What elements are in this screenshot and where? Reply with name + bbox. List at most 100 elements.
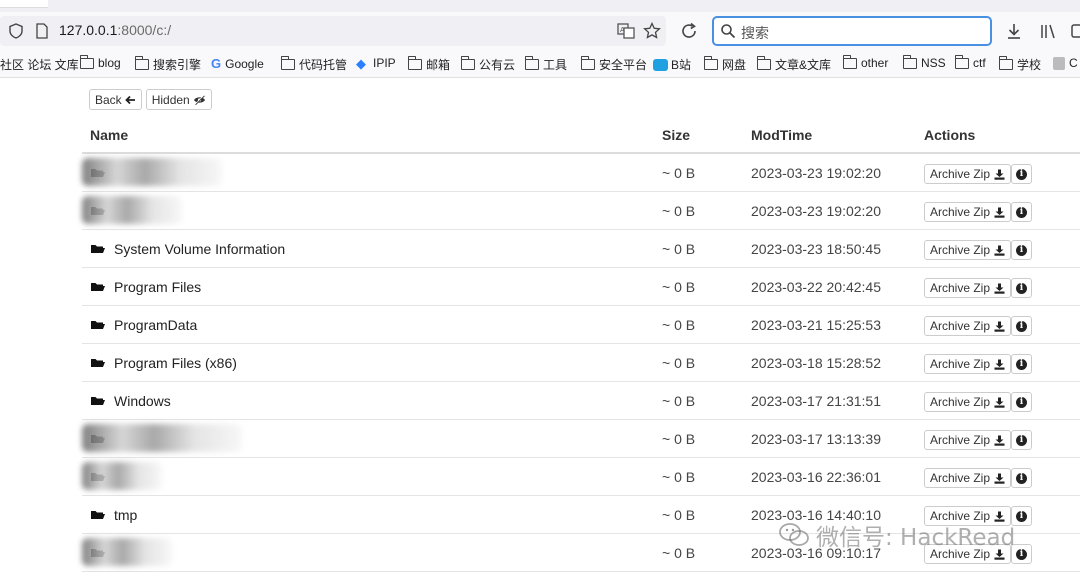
info-button[interactable]: i: [1011, 316, 1032, 336]
file-name-link[interactable]: Windows: [114, 393, 171, 409]
bookmarks-bar: 社区 论坛 文库 blog 搜索引擎 G Google 代码托管 ◆ IPIP 邮箱 公有云 工具 安…: [0, 50, 1080, 78]
table-row[interactable]: ~ 0 B 2023-03-23 19:02:20 Archive Zip i: [82, 154, 1080, 192]
bookmark-item[interactable]: 社区 论坛 文库: [0, 56, 79, 73]
bookmark-item[interactable]: ctf: [955, 54, 986, 70]
file-size: ~ 0 B: [662, 241, 696, 257]
header-modtime[interactable]: ModTime: [751, 127, 812, 143]
address-bar[interactable]: 127.0.0.1:8000/c:/ A: [0, 16, 666, 46]
archive-zip-button[interactable]: Archive Zip: [924, 468, 1012, 488]
reload-icon[interactable]: [680, 22, 698, 40]
archive-zip-button[interactable]: Archive Zip: [924, 316, 1012, 336]
archive-zip-button[interactable]: Archive Zip: [924, 354, 1012, 374]
bookmark-item[interactable]: 学校: [999, 56, 1041, 73]
active-tab[interactable]: [0, 0, 48, 8]
archive-zip-button[interactable]: Archive Zip: [924, 278, 1012, 298]
bookmark-item[interactable]: 文章&文库: [757, 56, 831, 73]
info-button[interactable]: i: [1011, 202, 1032, 222]
bookmark-item[interactable]: 安全平台: [581, 56, 647, 73]
info-button[interactable]: i: [1011, 468, 1032, 488]
bookmark-item[interactable]: ◆ IPIP: [356, 56, 396, 70]
search-box[interactable]: 搜索: [712, 16, 992, 46]
sidebar-icon[interactable]: [1070, 22, 1080, 40]
archive-zip-button[interactable]: Archive Zip: [924, 240, 1012, 260]
download-icon: [994, 207, 1005, 218]
archive-zip-label: Archive Zip: [930, 205, 991, 219]
file-name-link[interactable]: System Volume Information: [114, 241, 285, 257]
file-size: ~ 0 B: [662, 431, 696, 447]
table-row[interactable]: Program Files ~ 0 B 2023-03-22 20:42:45 Arc…: [82, 268, 1080, 306]
bookmark-item[interactable]: 搜索引擎: [135, 56, 201, 73]
table-row[interactable]: ~ 0 B 2023-03-23 19:02:20 Archive Zip i: [82, 192, 1080, 230]
file-name-link[interactable]: Program Files (x86): [114, 355, 237, 371]
bookmark-item[interactable]: other: [843, 54, 888, 70]
download-icon: [994, 435, 1005, 446]
header-size[interactable]: Size: [662, 127, 690, 143]
url-text[interactable]: 127.0.0.1:8000/c:/: [59, 22, 171, 38]
table-row[interactable]: Windows ~ 0 B 2023-03-17 21:31:51 Archive Z…: [82, 382, 1080, 420]
info-button[interactable]: i: [1011, 240, 1032, 260]
bookmark-item[interactable]: blog: [80, 54, 121, 70]
bookmark-label: blog: [98, 56, 121, 70]
back-button[interactable]: Back: [89, 89, 142, 110]
folder-icon: [281, 56, 295, 70]
archive-zip-button[interactable]: Archive Zip: [924, 392, 1012, 412]
info-button[interactable]: i: [1011, 430, 1032, 450]
bookmark-item[interactable]: 工具: [525, 56, 567, 73]
table-row[interactable]: ~ 0 B 2023-03-17 13:13:39 Archive Zip i: [82, 420, 1080, 458]
header-name[interactable]: Name: [90, 127, 128, 143]
folder-open-icon: [91, 283, 105, 291]
file-size: ~ 0 B: [662, 393, 696, 409]
archive-zip-label: Archive Zip: [930, 395, 991, 409]
folder-open-icon: [91, 359, 105, 367]
bookmark-item[interactable]: B站: [653, 56, 691, 73]
bookmark-item[interactable]: G Google: [211, 56, 264, 71]
watermark: 微信号: HackRead: [778, 518, 1015, 552]
folder-icon: [843, 54, 857, 69]
folder-open-icon: [91, 397, 105, 405]
info-button[interactable]: i: [1011, 278, 1032, 298]
info-icon: i: [1016, 434, 1027, 446]
archive-zip-button[interactable]: Archive Zip: [924, 202, 1012, 222]
file-modtime: 2023-03-17 13:13:39: [751, 431, 881, 447]
table-row[interactable]: ~ 0 B 2023-03-16 22:36:01 Archive Zip i: [82, 458, 1080, 496]
shield-icon[interactable]: [8, 23, 24, 39]
star-icon[interactable]: [643, 22, 661, 40]
info-button[interactable]: i: [1011, 164, 1032, 184]
folder-icon: [408, 56, 422, 70]
bookmark-item[interactable]: NSS: [903, 54, 946, 70]
file-name-link[interactable]: tmp: [114, 507, 137, 523]
download-icon[interactable]: [1005, 22, 1023, 40]
info-button[interactable]: i: [1011, 392, 1032, 412]
bookmark-item[interactable]: 代码托管: [281, 56, 347, 73]
info-icon: i: [1016, 282, 1027, 294]
file-size: ~ 0 B: [662, 317, 696, 333]
table-row[interactable]: System Volume Information ~ 0 B 2023-03-23…: [82, 230, 1080, 268]
header-actions: Actions: [924, 127, 976, 143]
bookmark-item[interactable]: C: [1053, 56, 1078, 70]
bookmark-item[interactable]: 公有云: [461, 56, 515, 73]
table-row[interactable]: ProgramData ~ 0 B 2023-03-21 15:25:53 Archi…: [82, 306, 1080, 344]
file-name-link[interactable]: Program Files: [114, 279, 201, 295]
table-row[interactable]: Program Files (x86) ~ 0 B 2023-03-18 15:28…: [82, 344, 1080, 382]
bookmark-label: 邮箱: [426, 58, 451, 72]
google-icon: G: [211, 56, 222, 71]
folder-open-icon: [91, 245, 105, 253]
translate-icon[interactable]: A: [617, 22, 635, 40]
bookmark-label: C: [1069, 56, 1078, 70]
archive-zip-label: Archive Zip: [930, 167, 991, 181]
folder-icon: [581, 56, 595, 70]
bookmark-item[interactable]: 网盘: [704, 56, 746, 73]
cup-icon: [1053, 56, 1065, 70]
bookmark-label: 代码托管: [299, 58, 348, 72]
download-icon: [994, 169, 1005, 180]
tab-strip: [0, 0, 1080, 12]
library-icon[interactable]: [1039, 22, 1057, 40]
archive-zip-button[interactable]: Archive Zip: [924, 164, 1012, 184]
file-name-link[interactable]: ProgramData: [114, 317, 197, 333]
bookmark-item[interactable]: 邮箱: [408, 56, 450, 73]
archive-zip-button[interactable]: Archive Zip: [924, 430, 1012, 450]
hidden-toggle-button[interactable]: Hidden: [145, 89, 212, 110]
url-path: :8000/c:/: [117, 22, 172, 38]
file-modtime: 2023-03-23 19:02:20: [751, 165, 881, 181]
info-button[interactable]: i: [1011, 354, 1032, 374]
